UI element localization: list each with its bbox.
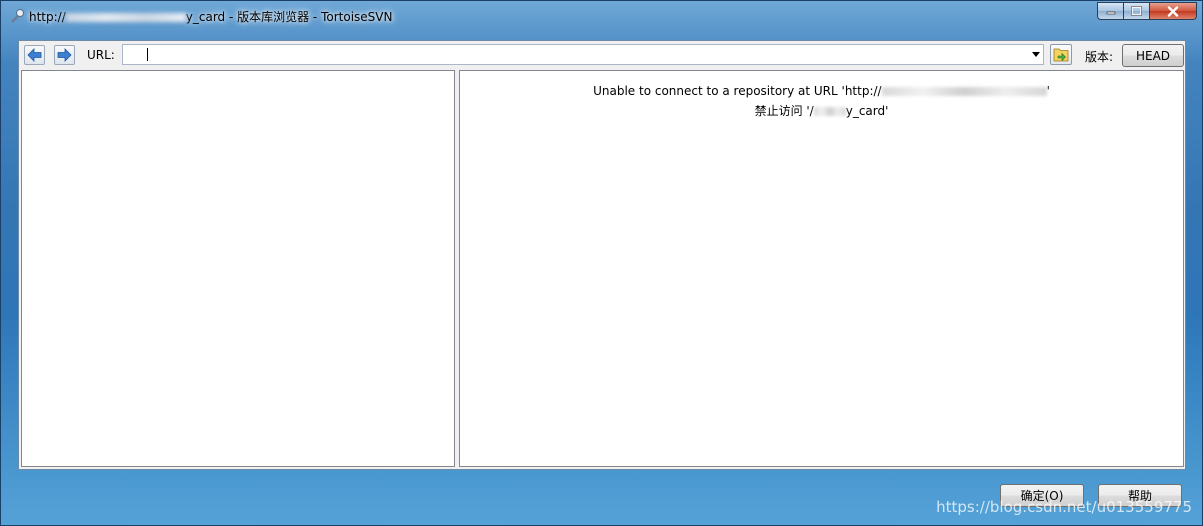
close-icon	[1167, 5, 1179, 17]
title-bar[interactable]: http:// y_card - 版本库浏览器 - TortoiseSVN	[1, 1, 1203, 31]
redacted-url	[881, 87, 1047, 96]
forward-button[interactable]	[54, 45, 75, 65]
error-line2-prefix: 禁止访问 '/	[754, 104, 814, 118]
window-title-suffix: y_card - 版本库浏览器 - TortoiseSVN	[185, 10, 393, 24]
url-label: URL:	[87, 48, 115, 62]
minimize-button[interactable]	[1097, 2, 1124, 20]
redacted-path	[813, 107, 846, 116]
repository-tree-pane[interactable]	[21, 70, 455, 467]
file-list-pane[interactable]: Unable to connect to a repository at URL…	[459, 70, 1184, 467]
back-button[interactable]	[24, 45, 45, 65]
revision-head-button[interactable]: HEAD	[1122, 44, 1184, 67]
forward-arrow-icon	[57, 48, 72, 62]
browser-client-area: URL: 版本: HEAD Unable to connect to a rep…	[18, 40, 1186, 470]
url-input[interactable]	[143, 46, 1023, 63]
toolbar: URL: 版本: HEAD	[19, 41, 1185, 70]
error-message-line2: 禁止访问 '/ y_card'	[460, 102, 1183, 119]
error-line1-suffix: '	[1046, 84, 1050, 98]
repository-browser-window: http:// y_card - 版本库浏览器 - TortoiseSVN URL…	[0, 0, 1203, 526]
redacted-host	[65, 13, 186, 22]
minimize-icon	[1106, 11, 1115, 15]
folder-go-icon	[1053, 48, 1069, 62]
close-button[interactable]	[1150, 2, 1197, 20]
watermark: https://blog.csdn.net/u013559775	[936, 498, 1192, 516]
back-arrow-icon	[27, 48, 42, 62]
error-line2-suffix: y_card'	[845, 104, 889, 118]
chevron-down-icon[interactable]	[1032, 52, 1040, 57]
text-caret	[147, 48, 148, 61]
revision-label: 版本:	[1085, 50, 1114, 64]
tortoisesvn-app-icon	[11, 9, 24, 23]
go-button[interactable]	[1050, 44, 1072, 65]
url-combobox[interactable]	[122, 44, 1044, 65]
caption-buttons	[1097, 2, 1197, 20]
error-message-line1: Unable to connect to a repository at URL…	[460, 84, 1183, 98]
window-title-prefix: http://	[29, 10, 66, 24]
error-line1-prefix: Unable to connect to a repository at URL…	[593, 84, 882, 98]
maximize-icon	[1131, 6, 1142, 16]
window-title: http:// y_card - 版本库浏览器 - TortoiseSVN	[29, 8, 392, 25]
maximize-button[interactable]	[1124, 2, 1150, 20]
